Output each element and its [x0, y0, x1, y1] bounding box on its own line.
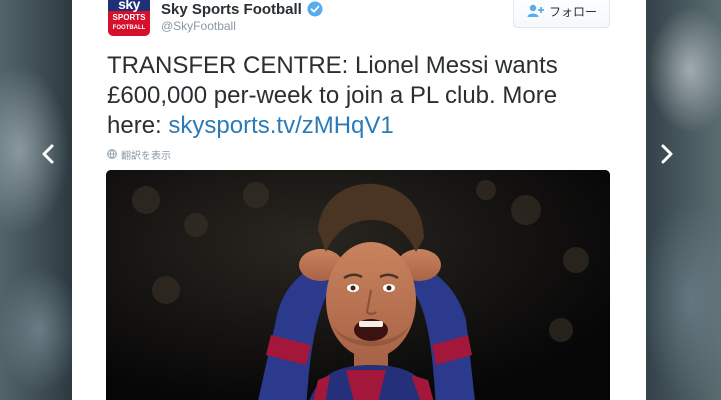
display-name[interactable]: Sky Sports Football — [161, 1, 302, 18]
next-arrow[interactable] — [655, 140, 679, 168]
follow-label: フォロー — [548, 4, 597, 19]
verified-badge-icon — [307, 1, 323, 17]
follow-button[interactable]: フォロー — [513, 0, 610, 28]
avatar-logo-line3: FOOTBALL — [112, 25, 146, 31]
tweet-photo[interactable] — [106, 170, 610, 400]
translate-label: 翻訳を表示 — [121, 150, 171, 162]
add-user-icon — [527, 4, 544, 17]
chevron-left-icon — [42, 144, 54, 164]
tweet-link[interactable]: skysports.tv/zMHqV1 — [168, 112, 393, 139]
tweet-card: sky SPORTS FOOTBALL Sky Sports Football … — [72, 0, 646, 400]
player-photo — [106, 170, 610, 400]
translate-link[interactable]: 翻訳を表示 — [107, 146, 171, 162]
chevron-right-icon — [661, 144, 673, 164]
previous-arrow[interactable] — [36, 140, 60, 168]
globe-icon — [107, 149, 117, 159]
avatar-logo-sports: SPORTS FOOTBALL — [108, 13, 150, 33]
tweet-text: TRANSFER CENTRE: Lionel Messi wants £600… — [107, 51, 617, 141]
user-handle[interactable]: @SkyFootball — [161, 19, 236, 33]
avatar-logo-sky: sky — [118, 0, 140, 12]
author-name-row[interactable]: Sky Sports Football — [161, 0, 323, 19]
avatar-logo-line2: SPORTS — [112, 13, 146, 22]
avatar[interactable]: sky SPORTS FOOTBALL — [108, 0, 150, 36]
